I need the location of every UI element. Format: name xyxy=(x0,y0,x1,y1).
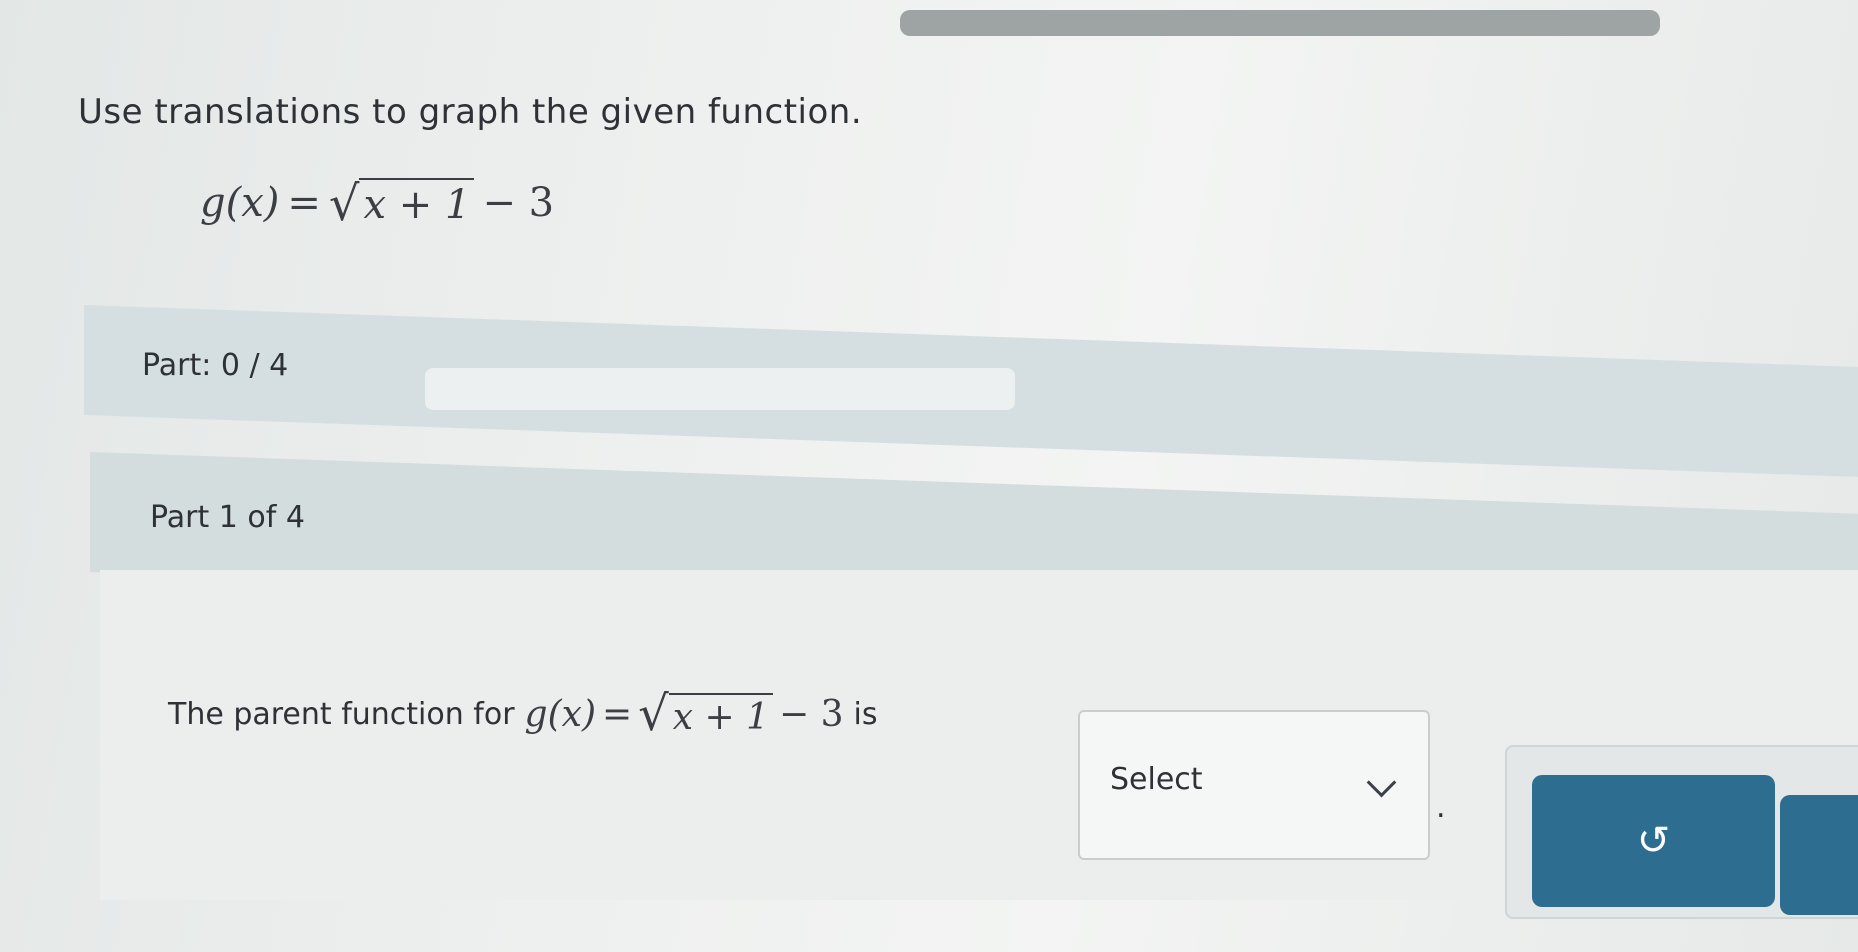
page: Use translations to graph the given func… xyxy=(0,0,1858,952)
sqrt-symbol: √ xyxy=(638,686,669,742)
question-radical: √ x + 1 xyxy=(638,686,774,742)
select-label: Select xyxy=(1110,762,1203,797)
part-title: Part 1 of 4 xyxy=(150,500,305,535)
function-equation: g(x) = √ x + 1 − 3 xyxy=(200,178,554,228)
progress-bar xyxy=(425,368,1015,410)
question-radicand: x + 1 xyxy=(668,693,774,738)
undo-button[interactable]: ↺ xyxy=(1532,775,1775,907)
next-button[interactable] xyxy=(1780,795,1858,915)
equation-tail: − 3 xyxy=(482,180,555,226)
top-scrollbar[interactable] xyxy=(900,10,1660,36)
sqrt-symbol: √ xyxy=(328,176,360,232)
question-prefix: The parent function for xyxy=(168,696,515,732)
equation-lhs: g(x) xyxy=(200,180,280,226)
question-text: The parent function for g(x) = √ x + 1 −… xyxy=(168,690,878,738)
question-equation: g(x) = √ x + 1 − 3 xyxy=(525,690,844,738)
equation-equals: = xyxy=(287,180,321,226)
equation-radicand: x + 1 xyxy=(359,178,475,228)
chevron-down-icon xyxy=(1366,767,1397,798)
sentence-period: . xyxy=(1436,790,1446,825)
question-tail: − 3 xyxy=(779,693,844,735)
question-equals: = xyxy=(601,693,633,735)
radical-expression: √ x + 1 xyxy=(329,178,475,228)
parent-function-select[interactable]: Select xyxy=(1078,710,1430,860)
instruction-text: Use translations to graph the given func… xyxy=(78,92,863,132)
progress-label: Part: 0 / 4 xyxy=(142,348,289,383)
question-lhs: g(x) xyxy=(524,693,596,735)
question-suffix: is xyxy=(853,696,878,732)
undo-icon: ↺ xyxy=(1636,818,1671,864)
